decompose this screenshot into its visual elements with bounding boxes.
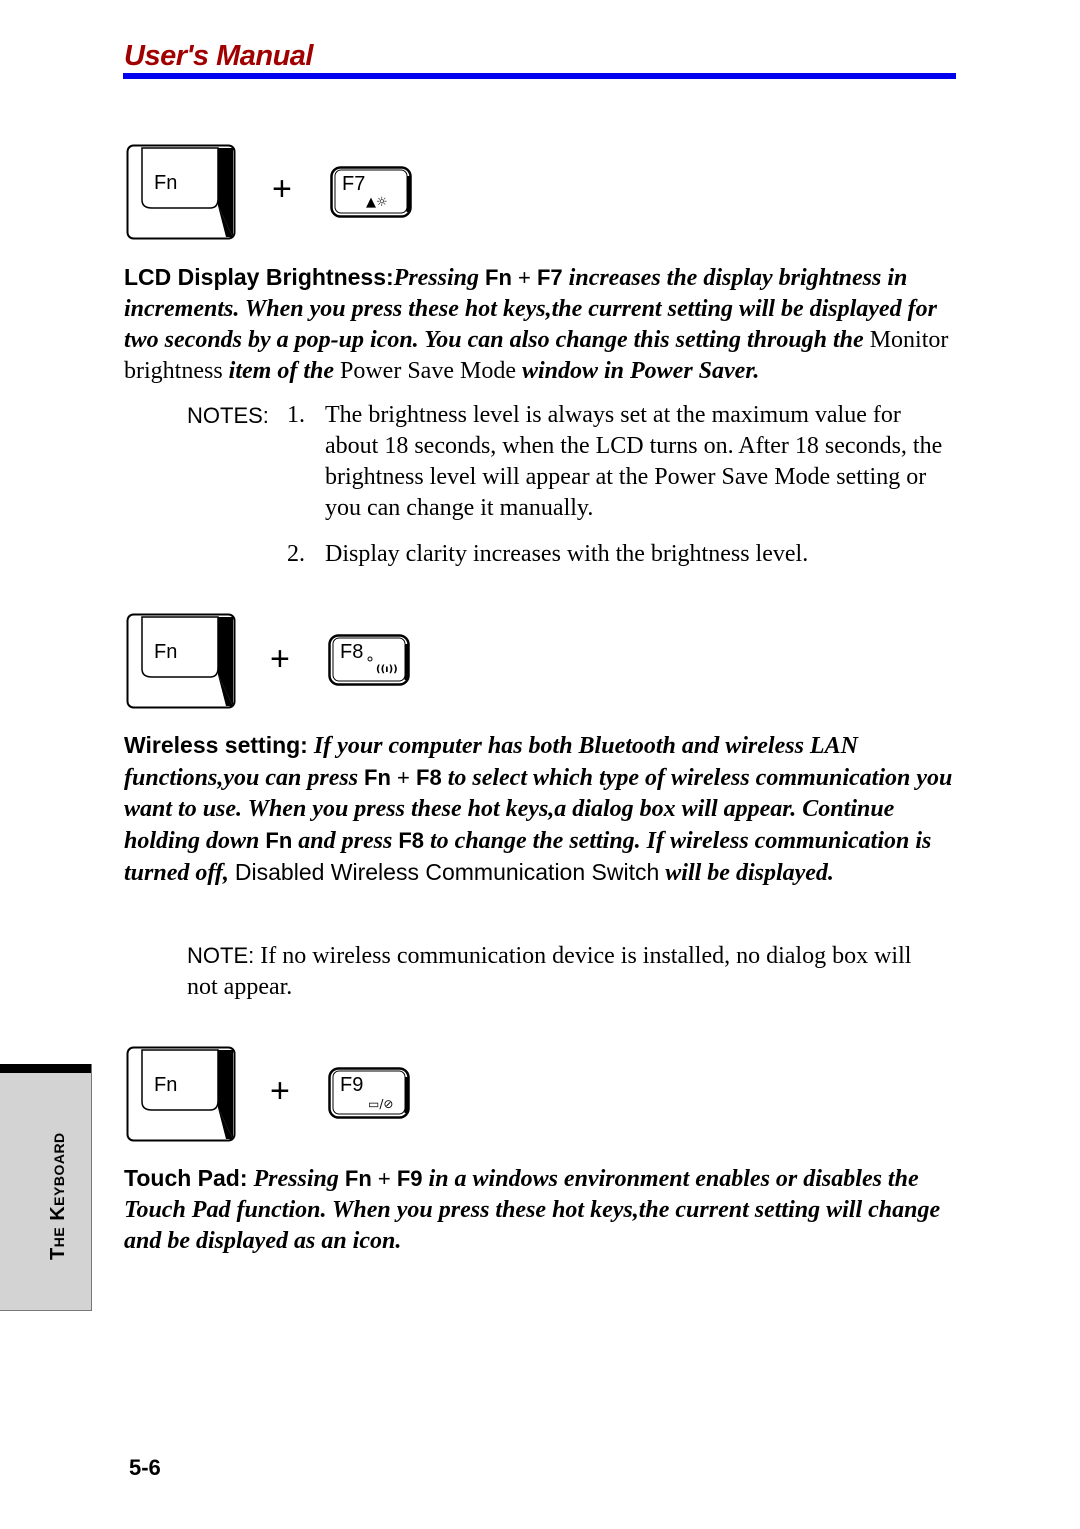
fn-key-label: Fn <box>154 172 177 194</box>
wireless-setting-paragraph: Wireless setting: If your computer has b… <box>124 732 953 886</box>
brightness-notes: NOTES: 1. The brightness level is always… <box>187 400 947 570</box>
fn-key-label: Fn <box>154 1074 177 1096</box>
notes-label: NOTES: <box>187 403 269 428</box>
note-number: 2. <box>287 541 305 567</box>
fn-key-label: Fn <box>154 641 177 663</box>
note-number: 1. <box>287 402 305 428</box>
wireless-antenna-icon: ((ı)) <box>376 664 398 675</box>
f9-key-icon: F9 ▭/⊘ <box>328 1067 410 1119</box>
touchpad-toggle-icon: ▭/⊘ <box>368 1097 393 1111</box>
chapter-label: The Keyboard <box>47 1132 69 1260</box>
f7-key-icon: F7 ▲☼ <box>330 166 412 218</box>
lcd-brightness-paragraph: LCD Display Brightness:Pressing Fn + F7 … <box>124 264 949 384</box>
f8-key-label: F8 <box>340 641 363 663</box>
note-label: NOTE: <box>187 943 255 968</box>
fn-key-icon: Fn <box>126 613 236 709</box>
touch-pad-heading: Touch Pad: <box>124 1165 248 1191</box>
plus-sign: + <box>270 1072 290 1110</box>
lcd-brightness-heading: LCD Display Brightness: <box>124 264 394 290</box>
manual-title: User's Manual <box>124 40 313 72</box>
brightness-up-icon: ▲☼ <box>366 195 388 210</box>
note-text: The brightness level is always set at th… <box>325 402 943 521</box>
note-text: Display clarity increases with the brigh… <box>325 541 809 567</box>
note-text: If no wireless communication device is i… <box>187 943 912 1000</box>
plus-sign: + <box>272 170 292 208</box>
wireless-setting-heading: Wireless setting: <box>124 732 308 758</box>
fn-key-icon: Fn <box>126 144 236 240</box>
chapter-side-tab: The Keyboard <box>0 1064 92 1311</box>
plus-sign: + <box>270 640 290 678</box>
header-rule <box>123 73 956 79</box>
f9-key-label: F9 <box>340 1074 363 1096</box>
f7-key-label: F7 <box>342 173 365 195</box>
f8-key-icon: F8 ((ı)) <box>328 634 410 686</box>
side-tab-bar <box>0 1064 91 1073</box>
touch-pad-paragraph: Touch Pad: Pressing Fn + F9 in a windows… <box>124 1165 941 1254</box>
wireless-note: NOTE: If no wireless communication devic… <box>187 940 917 1003</box>
fn-key-icon: Fn <box>126 1046 236 1142</box>
page-number: 5-6 <box>129 1455 161 1480</box>
